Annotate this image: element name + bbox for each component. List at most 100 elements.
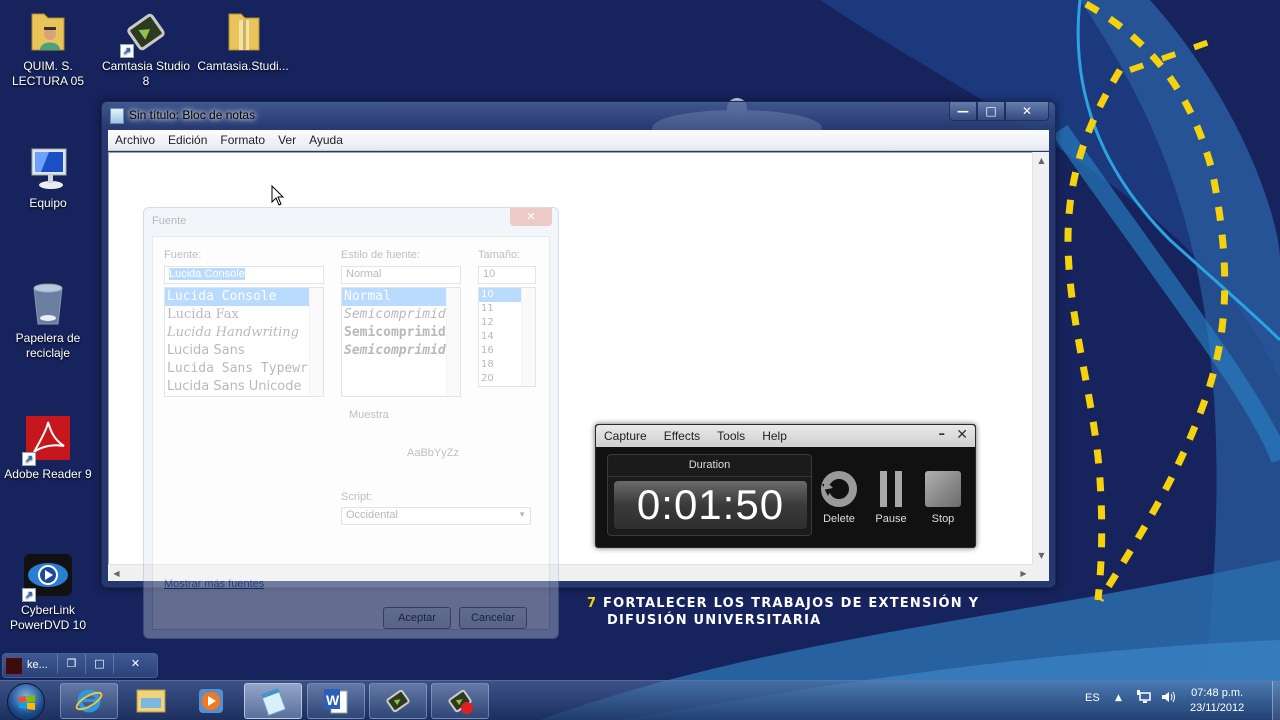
desktop-icon-label: Camtasia Studio 8 [101, 59, 191, 88]
recorder-close-button[interactable]: ✕ [956, 427, 968, 443]
size-list[interactable]: 10 11 12 14 16 18 20 [478, 287, 536, 387]
accept-button[interactable]: Aceptar [383, 607, 451, 629]
font-list-item[interactable]: Lucida Fax [165, 306, 323, 324]
volume-icon[interactable] [1160, 689, 1176, 708]
font-list[interactable]: Lucida Console Lucida Fax Lucida Handwri… [164, 287, 324, 397]
maximize-button[interactable]: □ [85, 654, 113, 674]
taskbar-camtasia-studio[interactable] [369, 683, 427, 719]
menu-tools[interactable]: Tools [717, 429, 745, 443]
pause-button[interactable]: Pause [868, 469, 914, 525]
desktop-icon-adobe-reader[interactable]: ↗ Adobe Reader 9 [0, 416, 96, 482]
minimized-window-title: ke... [27, 659, 48, 671]
notepad-titlebar[interactable]: Sin título: Bloc de notas — □ ✕ [102, 102, 1055, 129]
menu-help[interactable]: Help [762, 429, 787, 443]
style-input[interactable]: Normal [341, 266, 461, 284]
size-list-scrollbar[interactable] [521, 288, 535, 386]
notepad-icon [110, 108, 124, 124]
taskbar-windows-explorer[interactable] [122, 683, 180, 719]
media-player-icon [199, 689, 223, 713]
desktop-icon-camtasia-folder[interactable]: Camtasia.Studi... [195, 8, 291, 74]
taskbar-word[interactable]: W [307, 683, 365, 719]
font-list-item[interactable]: Lucida Sans [165, 342, 323, 360]
taskbar-media-player[interactable] [182, 683, 240, 719]
user-folder-icon [24, 8, 72, 56]
language-indicator[interactable]: ES [1085, 692, 1100, 704]
caption-number: 7 [587, 596, 598, 611]
desktop-icon-recycle-bin[interactable]: Papelera de reciclaje [0, 280, 96, 361]
style-list-item[interactable]: Semicomprimida [342, 342, 460, 360]
dialog-body: Fuente: Lucida Console Lucida Console Lu… [152, 236, 550, 630]
close-icon: ✕ [1021, 104, 1033, 118]
start-button[interactable] [7, 683, 45, 720]
desktop-icon-equipo[interactable]: Equipo [0, 145, 96, 211]
menu-ayuda[interactable]: Ayuda [309, 133, 343, 147]
show-more-fonts-link[interactable]: Mostrar más fuentes [164, 578, 264, 590]
maximize-button[interactable]: □ [977, 102, 1005, 121]
style-list-item[interactable]: Semicomprimida [342, 324, 460, 342]
taskbar-camtasia-recorder[interactable] [431, 683, 489, 719]
script-select[interactable]: Occidental ▼ [341, 507, 531, 525]
font-list-item[interactable]: Lucida Sans Typewriter [165, 360, 323, 378]
delete-button[interactable]: Delete [816, 469, 862, 525]
style-list-scrollbar[interactable] [446, 288, 460, 396]
duration-divider [608, 476, 811, 477]
delete-label: Delete [823, 513, 855, 525]
menu-formato[interactable]: Formato [220, 133, 265, 147]
desktop-icon-camtasia-studio[interactable]: ↗ Camtasia Studio 8 [98, 8, 194, 89]
window-title: Sin título: Bloc de notas [129, 108, 256, 122]
show-hidden-icons-button[interactable]: ▲ [1115, 693, 1122, 703]
style-list[interactable]: Normal Semicomprimida Semicomprimida Sem… [341, 287, 461, 397]
network-icon[interactable] [1136, 689, 1152, 708]
font-list-item[interactable]: Lucida Sans Unicode [165, 378, 323, 396]
menu-edicion[interactable]: Edición [168, 133, 207, 147]
script-label: Script: [341, 491, 373, 503]
font-list-scrollbar[interactable] [309, 288, 323, 396]
clock-date: 23/11/2012 [1190, 702, 1245, 714]
close-button[interactable]: ✕ [113, 654, 157, 674]
font-input-value: Lucida Console [169, 268, 245, 280]
recorder-menubar: Capture Effects Tools Help – ✕ [596, 425, 975, 447]
restore-button[interactable]: ❐ [57, 654, 85, 674]
duration-timer: 0:01:50 [614, 481, 807, 529]
recorder-minimize-button[interactable]: – [939, 427, 946, 442]
camtasia-recorder-window[interactable]: Capture Effects Tools Help – ✕ Duration … [595, 424, 976, 548]
camtasia-icon: ↗ [120, 8, 170, 58]
word-icon: W [324, 689, 348, 714]
style-list-item[interactable]: Semicomprimida [342, 306, 460, 324]
system-clock[interactable]: 07:48 p.m. 23/11/2012 [1190, 686, 1244, 716]
menu-archivo[interactable]: Archivo [115, 133, 155, 147]
minimized-window[interactable]: ke... ❐ □ ✕ [2, 653, 158, 678]
menu-ver[interactable]: Ver [278, 133, 296, 147]
powerdvd-icon: ↗ [22, 552, 72, 602]
taskbar-notepad[interactable] [244, 683, 302, 719]
font-list-item[interactable]: Lucida Handwriting [165, 324, 323, 342]
windows-logo-icon [19, 695, 35, 710]
menu-effects[interactable]: Effects [664, 429, 700, 443]
folder-icon [136, 689, 166, 713]
minimize-button[interactable]: — [949, 102, 977, 121]
close-button[interactable]: ✕ [1005, 102, 1049, 121]
dialog-close-button[interactable]: ✕ [510, 208, 552, 226]
desktop-icon-powerdvd[interactable]: ↗ CyberLink PowerDVD 10 [0, 552, 96, 633]
mouse-cursor-icon [271, 185, 285, 206]
stop-button[interactable]: Stop [920, 469, 966, 525]
font-dialog[interactable]: Fuente ✕ Fuente: Lucida Console Lucida C… [143, 207, 559, 639]
minimize-icon: — [957, 104, 969, 118]
desktop-icon-quim-lectura[interactable]: QUIM. S. LECTURA 05 [0, 8, 96, 89]
desktop-icon-label: QUIM. S. LECTURA 05 [11, 59, 85, 88]
font-input[interactable]: Lucida Console [164, 266, 324, 284]
recycle-bin-icon [24, 280, 72, 328]
desktop-icon-label: Camtasia.Studi... [197, 59, 289, 73]
notepad-icon [260, 687, 287, 716]
folder-icon [219, 8, 267, 56]
show-desktop-button[interactable] [1272, 681, 1280, 720]
internet-explorer-icon [75, 689, 103, 713]
font-list-item[interactable]: Lucida Console [165, 288, 323, 306]
cancel-button[interactable]: Cancelar [459, 607, 527, 629]
style-list-item[interactable]: Normal [342, 288, 460, 306]
taskbar-internet-explorer[interactable] [60, 683, 118, 719]
menu-capture[interactable]: Capture [604, 429, 647, 443]
size-input[interactable]: 10 [478, 266, 536, 284]
font-label: Fuente: [164, 249, 202, 261]
desktop-icon-label: Adobe Reader 9 [4, 467, 92, 481]
